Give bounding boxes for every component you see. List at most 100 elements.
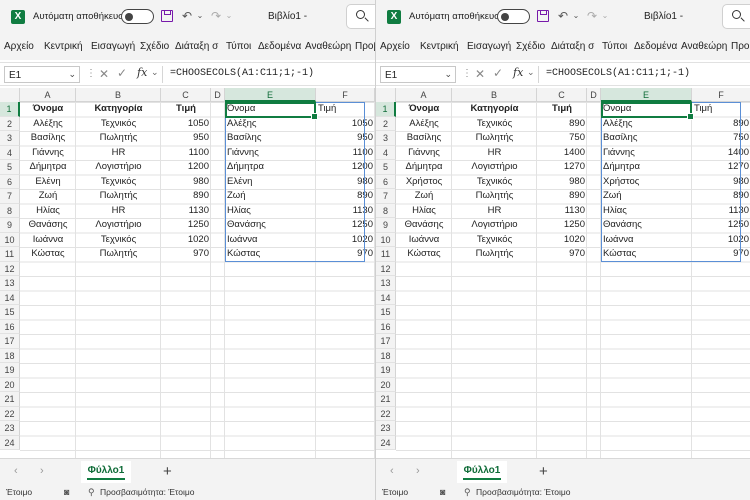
column-header-f[interactable]: F — [316, 88, 375, 102]
row-header-21[interactable]: 21 — [376, 392, 396, 407]
add-sheet-icon[interactable]: + — [163, 463, 172, 480]
ribbon-tab-7[interactable]: Αναθεώρη — [681, 41, 730, 52]
spreadsheet-grid[interactable]: A B C D E F 1 2 3 4 5 6 7 8 9 10 11 12 13 14 15 16 17 18 19 20 21 2… — [0, 88, 375, 458]
row-header-2[interactable]: 2 — [376, 116, 396, 131]
scroll-left-icon[interactable]: ‹ — [14, 465, 18, 477]
result-cell[interactable]: Βασίλης — [601, 131, 692, 146]
select-all-corner[interactable] — [0, 88, 20, 102]
camera-icon[interactable]: ◙ — [440, 487, 445, 497]
row-header-10[interactable]: 10 — [376, 232, 396, 247]
table-cell[interactable]: 1250 — [537, 218, 587, 233]
table-cell[interactable]: 890 — [537, 189, 587, 204]
row-header-2[interactable]: 2 — [0, 116, 20, 131]
table-cell[interactable]: Αλέξης — [396, 117, 452, 132]
result-cell[interactable]: 1250 — [316, 218, 375, 233]
result-cell[interactable]: 1250 — [692, 218, 750, 233]
formula-input[interactable]: =CHOOSECOLS(A1:C11;1;-1) — [170, 68, 314, 79]
result-cell[interactable]: 890 — [692, 189, 750, 204]
row-header-13[interactable]: 13 — [376, 276, 396, 291]
row-header-6[interactable]: 6 — [0, 174, 20, 189]
accessibility-icon[interactable]: ⚲ — [464, 487, 471, 498]
row-header-15[interactable]: 15 — [0, 305, 20, 320]
result-cell[interactable]: Ηλίας — [225, 204, 316, 219]
name-box[interactable]: E1 ⌄ — [380, 66, 456, 83]
table-cell[interactable]: Λογιστήριο — [76, 160, 161, 175]
table-cell[interactable]: Δήμητρα — [396, 160, 452, 175]
result-cell[interactable]: 1100 — [316, 146, 375, 161]
result-header-name[interactable]: Όνομα — [601, 102, 692, 117]
result-cell[interactable]: Θανάσης — [601, 218, 692, 233]
table-cell[interactable]: Πωλητής — [76, 247, 161, 262]
result-cell[interactable]: Ιωάννα — [601, 233, 692, 248]
status-accessibility[interactable]: Προσβασιμότητα: Έτοιμο — [100, 487, 195, 497]
result-cell[interactable]: Ηλίας — [601, 204, 692, 219]
table-cell[interactable]: Ζωή — [396, 189, 452, 204]
scroll-left-icon[interactable]: ‹ — [390, 465, 394, 477]
result-cell[interactable]: Κώστας — [601, 247, 692, 262]
result-cell[interactable]: Θανάσης — [225, 218, 316, 233]
redo-icon[interactable]: ↷ — [585, 8, 599, 24]
result-cell[interactable]: Αλέξης — [601, 117, 692, 132]
row-header-16[interactable]: 16 — [0, 319, 20, 334]
header-cell-category[interactable]: Κατηγορία — [452, 102, 537, 117]
undo-icon[interactable]: ↶ — [556, 8, 570, 24]
table-cell[interactable]: 1250 — [161, 218, 211, 233]
result-cell[interactable]: Γιάννης — [225, 146, 316, 161]
result-cell[interactable]: 1130 — [316, 204, 375, 219]
table-cell[interactable]: HR — [76, 146, 161, 161]
row-header-13[interactable]: 13 — [0, 276, 20, 291]
enter-icon[interactable]: ✓ — [117, 66, 127, 80]
result-cell[interactable]: Ζωή — [225, 189, 316, 204]
result-cell[interactable]: 970 — [692, 247, 750, 262]
row-header-17[interactable]: 17 — [0, 334, 20, 349]
scroll-right-icon[interactable]: › — [40, 465, 44, 477]
column-header-e[interactable]: E — [601, 88, 692, 102]
ribbon-tab-7[interactable]: Αναθεώρη — [305, 41, 354, 52]
spreadsheet-grid[interactable]: A B C D E F 1 2 3 4 5 6 7 8 9 10 11 12 13 14 15 16 17 18 19 20 21 2… — [376, 88, 750, 458]
result-cell[interactable]: 750 — [692, 131, 750, 146]
table-cell[interactable]: 1200 — [161, 160, 211, 175]
table-cell[interactable]: 1270 — [537, 160, 587, 175]
result-cell[interactable]: 1050 — [316, 117, 375, 132]
result-cell[interactable]: 980 — [316, 175, 375, 190]
table-cell[interactable]: 970 — [537, 247, 587, 262]
row-header-14[interactable]: 14 — [0, 290, 20, 305]
table-cell[interactable]: 1050 — [161, 117, 211, 132]
result-cell[interactable]: 890 — [692, 117, 750, 132]
row-header-22[interactable]: 22 — [0, 406, 20, 421]
ribbon-tab-3[interactable]: Σχέδιο — [140, 41, 174, 52]
table-cell[interactable]: 950 — [161, 131, 211, 146]
row-header-5[interactable]: 5 — [376, 160, 396, 175]
search-button[interactable] — [346, 4, 375, 29]
row-header-24[interactable]: 24 — [0, 435, 20, 450]
row-header-17[interactable]: 17 — [376, 334, 396, 349]
ribbon-tab-8[interactable]: Προβ — [731, 41, 750, 52]
autosave-toggle[interactable] — [121, 9, 154, 24]
ribbon-tab-1[interactable]: Κεντρική — [44, 41, 90, 52]
result-cell[interactable]: 1200 — [316, 160, 375, 175]
table-cell[interactable]: Κώστας — [20, 247, 76, 262]
result-cell[interactable]: 1400 — [692, 146, 750, 161]
table-cell[interactable]: Πωλητής — [76, 189, 161, 204]
table-cell[interactable]: Ηλίας — [396, 204, 452, 219]
result-cell[interactable]: Βασίλης — [225, 131, 316, 146]
autosave-toggle[interactable] — [497, 9, 530, 24]
column-header-b[interactable]: B — [452, 88, 537, 102]
table-cell[interactable]: Βασίλης — [396, 131, 452, 146]
save-icon[interactable] — [160, 8, 174, 24]
cancel-icon[interactable]: ✕ — [475, 67, 485, 81]
row-header-12[interactable]: 12 — [376, 261, 396, 276]
save-icon[interactable] — [536, 8, 550, 24]
table-cell[interactable]: 890 — [537, 117, 587, 132]
result-cell[interactable]: Κώστας — [225, 247, 316, 262]
result-cell[interactable]: 950 — [316, 131, 375, 146]
row-header-9[interactable]: 9 — [376, 218, 396, 233]
table-cell[interactable]: Πωλητής — [452, 131, 537, 146]
table-cell[interactable]: Πωλητής — [452, 189, 537, 204]
header-cell-price[interactable]: Τιμή — [537, 102, 587, 117]
result-cell[interactable]: Δήμητρα — [225, 160, 316, 175]
row-header-20[interactable]: 20 — [376, 377, 396, 392]
result-header-price[interactable]: Τιμή — [316, 102, 375, 117]
add-sheet-icon[interactable]: + — [539, 463, 548, 480]
table-cell[interactable]: Πωλητής — [452, 247, 537, 262]
